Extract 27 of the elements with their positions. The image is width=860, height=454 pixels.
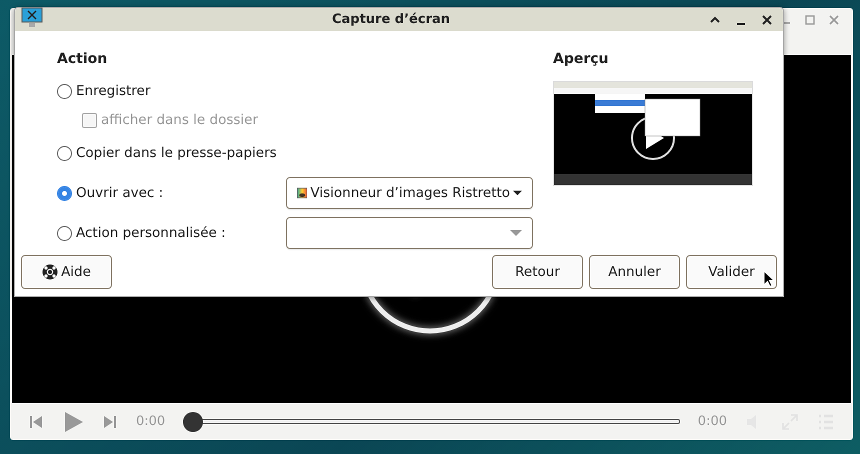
cursor-icon [763, 270, 775, 288]
seek-slider[interactable] [183, 412, 680, 432]
previous-icon[interactable] [28, 414, 44, 430]
section-heading: Action [57, 51, 108, 67]
caret-icon [510, 229, 522, 237]
dialog-button[interactable]: Retour [492, 255, 583, 289]
elapsed-time: 0:00 [136, 414, 166, 429]
maximize-icon[interactable] [805, 15, 815, 25]
dialog-button[interactable]: Annuler [589, 255, 680, 289]
section-heading: Aperçu [553, 51, 610, 67]
play-icon[interactable] [62, 410, 84, 432]
radio-option[interactable]: Action personnalisée : [57, 225, 226, 241]
seek-thumb[interactable] [183, 412, 204, 432]
close-icon[interactable] [761, 14, 773, 26]
next-icon[interactable] [102, 414, 118, 430]
dialog-button[interactable]: Valider [686, 255, 777, 289]
help-button[interactable]: Aide [21, 255, 112, 289]
window-title: Capture d’écran [330, 12, 452, 27]
lifebuoy-icon [42, 264, 58, 280]
dropdown[interactable]: Visionneur d’images Ristretto [286, 177, 533, 209]
dropdown[interactable] [286, 217, 533, 249]
radio-option[interactable]: Ouvrir avec : [57, 185, 164, 201]
radio-option[interactable]: Copier dans le presse-papiers [57, 145, 277, 161]
radio-option[interactable]: Enregistrer [57, 83, 150, 99]
caret-icon [513, 189, 522, 197]
image-viewer-icon [297, 186, 308, 200]
total-time: 0:00 [698, 414, 727, 429]
